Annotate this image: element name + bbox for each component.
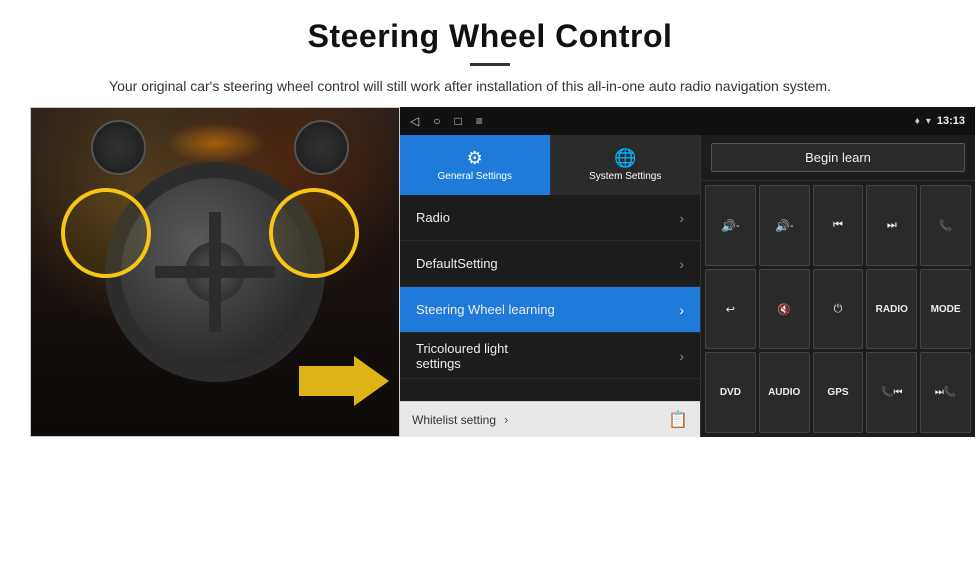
svg-text:🔊−: 🔊−: [775, 218, 793, 232]
call-prev-button[interactable]: 📞⏮: [866, 352, 917, 433]
radio-button[interactable]: RADIO: [866, 269, 917, 350]
whitelist-bar[interactable]: Whitelist setting › 📋: [400, 401, 700, 437]
page-subtitle: Your original car's steering wheel contr…: [60, 76, 880, 97]
mute-icon: 🔇: [777, 303, 791, 316]
status-bar: ◁ ○ □ ≡ ♦ ▾ 13:13: [400, 107, 975, 135]
tab-system-label: System Settings: [589, 171, 661, 182]
sw-spoke-right: [215, 266, 275, 278]
next-icon: ⏭: [887, 219, 897, 232]
tab-general-settings[interactable]: ⚙ General Settings: [400, 135, 550, 195]
menu-icon[interactable]: ≡: [476, 114, 483, 128]
ctrl-row-2: ↩ 🔇 ⏻ RADIO MODE: [705, 269, 971, 350]
call-prev-icon: 📞⏮: [881, 387, 902, 398]
left-menu: ⚙ General Settings 🌐 System Settings Rad…: [400, 135, 700, 437]
power-button[interactable]: ⏻: [813, 269, 864, 350]
call-next-button[interactable]: ⏭📞: [920, 352, 971, 433]
back-icon[interactable]: ◁: [410, 114, 419, 128]
sw-spoke-left: [155, 266, 215, 278]
system-globe-icon: 🌐: [614, 148, 636, 169]
home-icon[interactable]: ○: [433, 114, 440, 128]
menu-item-radio[interactable]: Radio ›: [400, 195, 700, 241]
menu-item-steering-wheel[interactable]: Steering Wheel learning ›: [400, 287, 700, 333]
menu-radio-arrow: ›: [679, 210, 684, 226]
call-next-icon: ⏭📞: [935, 387, 956, 398]
sw-spoke-bottom: [209, 272, 221, 332]
phone-icon: 📞: [939, 219, 953, 232]
whitelist-label: Whitelist setting: [412, 413, 496, 427]
location-icon: ♦: [915, 116, 920, 127]
tab-general-label: General Settings: [438, 171, 513, 182]
content-area: ◁ ○ □ ≡ ♦ ▾ 13:13 ⚙: [0, 107, 980, 562]
sw-spoke-top: [209, 212, 221, 272]
ctrl-row-3: DVD AUDIO GPS 📞⏮ ⏭📞: [705, 352, 971, 433]
prev-track-button[interactable]: ⏮: [813, 185, 864, 266]
page-title: Steering Wheel Control: [60, 18, 920, 55]
audio-button[interactable]: AUDIO: [759, 352, 810, 433]
menu-item-tricoloured[interactable]: Tricoloured lightsettings ›: [400, 333, 700, 379]
ctrl-row-1: 🔊+ 🔊− ⏮ ⏭ 📞: [705, 185, 971, 266]
right-controls: Begin learn 🔊+ 🔊−: [700, 135, 975, 437]
menu-radio-label: Radio: [416, 210, 450, 225]
next-track-button[interactable]: ⏭: [866, 185, 917, 266]
mute-button[interactable]: 🔇: [759, 269, 810, 350]
mode-button[interactable]: MODE: [920, 269, 971, 350]
car-photo: [30, 107, 400, 437]
control-grid: 🔊+ 🔊− ⏮ ⏭ 📞: [701, 181, 975, 437]
vol-down-button[interactable]: 🔊−: [759, 185, 810, 266]
tabs-row: ⚙ General Settings 🌐 System Settings: [400, 135, 700, 195]
back-call-button[interactable]: ↩: [705, 269, 756, 350]
tab-system-settings[interactable]: 🌐 System Settings: [550, 135, 701, 195]
menu-default-label: DefaultSetting: [416, 256, 498, 271]
vol-up-button[interactable]: 🔊+: [705, 185, 756, 266]
menu-steering-label: Steering Wheel learning: [416, 302, 555, 317]
gps-button[interactable]: GPS: [813, 352, 864, 433]
status-time: 13:13: [937, 115, 965, 127]
recents-icon[interactable]: □: [454, 114, 461, 128]
status-bar-left: ◁ ○ □ ≡: [410, 114, 483, 128]
main-panel: ⚙ General Settings 🌐 System Settings Rad…: [400, 135, 975, 437]
menu-item-default-setting[interactable]: DefaultSetting ›: [400, 241, 700, 287]
android-panel: ◁ ○ □ ≡ ♦ ▾ 13:13 ⚙: [400, 107, 975, 437]
title-divider: [470, 63, 510, 66]
dvd-button[interactable]: DVD: [705, 352, 756, 433]
page-wrapper: Steering Wheel Control Your original car…: [0, 0, 980, 562]
menu-steering-arrow: ›: [679, 302, 684, 318]
wifi-icon: ▾: [926, 116, 931, 127]
back-call-icon: ↩: [726, 303, 735, 316]
menu-default-arrow: ›: [679, 256, 684, 272]
direction-arrow: [299, 351, 389, 416]
menu-tricoloured-arrow: ›: [679, 348, 684, 364]
whitelist-arrow: ›: [504, 412, 508, 427]
settings-gear-icon: ⚙: [467, 148, 483, 169]
begin-learn-row: Begin learn: [701, 135, 975, 181]
menu-tricoloured-label: Tricoloured lightsettings: [416, 341, 508, 371]
highlight-circle-left: [61, 188, 151, 278]
menu-items-list: Radio › DefaultSetting › Steering Wheel …: [400, 195, 700, 401]
status-bar-right: ♦ ▾ 13:13: [915, 115, 965, 127]
header: Steering Wheel Control Your original car…: [0, 0, 980, 107]
prev-icon: ⏮: [833, 219, 843, 232]
whitelist-file-icon: 📋: [668, 410, 688, 430]
highlight-circle-right: [269, 188, 359, 278]
call-button[interactable]: 📞: [920, 185, 971, 266]
svg-text:🔊+: 🔊+: [721, 218, 739, 232]
power-icon: ⏻: [834, 303, 843, 316]
begin-learn-button[interactable]: Begin learn: [711, 143, 965, 172]
